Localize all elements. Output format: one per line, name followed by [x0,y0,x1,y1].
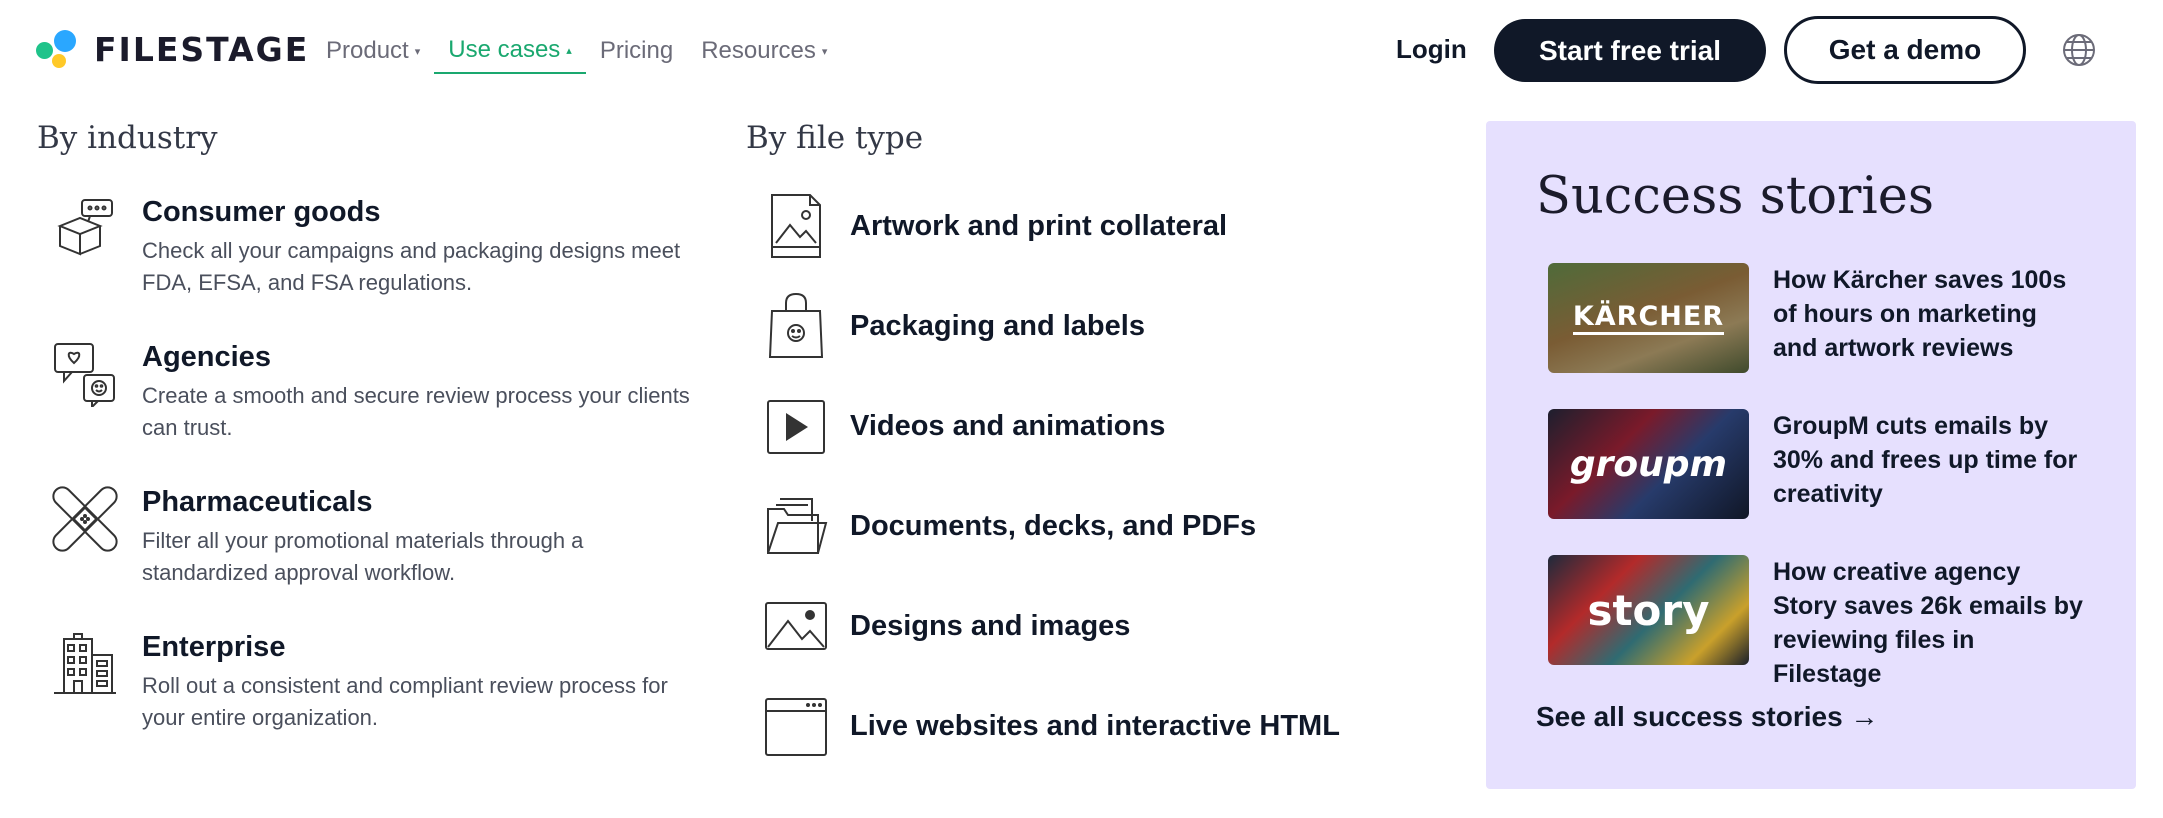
play-icon [767,400,825,454]
image-icon [765,602,827,650]
by-industry-heading: By industry [37,120,218,156]
file-type-videos[interactable]: Videos and animations [764,391,1165,461]
chevron-down-icon: ▾ [414,45,421,58]
story-text: How creative agency Story saves 26k emai… [1773,558,2083,688]
industry-description: Check all your campaigns and packaging d… [142,238,681,295]
industry-item-pharmaceuticals[interactable]: Pharmaceuticals Filter all your promotio… [52,486,692,589]
industry-item-consumer-goods[interactable]: Consumer goods Check all your campaigns … [52,196,692,299]
success-stories-title: Success stories [1536,167,1935,226]
story-card-karcher[interactable]: KÄRCHER How Kärcher saves 100s of hours … [1548,263,2083,373]
file-type-label: Videos and animations [850,409,1166,442]
building-icon [54,633,116,694]
main-nav: Product ▾ Use cases ▴ Pricing Resources … [312,34,841,74]
filestage-logo[interactable]: FILESTAGE [36,28,309,70]
see-all-stories-link[interactable]: See all success stories → [1536,701,1878,733]
login-link[interactable]: Login [1396,34,1467,65]
shopping-bag-icon [768,292,824,358]
industry-title: Enterprise [142,631,286,663]
chevron-down-icon: ▾ [821,45,828,58]
industry-title: Pharmaceuticals [142,486,373,518]
browser-icon [765,698,827,756]
file-type-websites[interactable]: Live websites and interactive HTML [764,691,1340,761]
file-type-label: Documents, decks, and PDFs [850,509,1257,542]
bandage-icon [52,486,118,552]
chat-bubbles-icon [54,343,115,407]
industry-description: Create a smooth and secure review proces… [142,383,690,440]
nav-product[interactable]: Product ▾ [312,34,434,68]
file-type-artwork[interactable]: Artwork and print collateral [764,191,1227,261]
box-icon [57,199,113,256]
story-card-groupm[interactable]: groupm GroupM cuts emails by 30% and fre… [1548,409,2083,519]
industry-item-enterprise[interactable]: Enterprise Roll out a consistent and com… [52,631,692,734]
nav-product-label: Product [326,37,409,64]
file-type-label: Designs and images [850,609,1131,642]
industry-title: Consumer goods [142,196,381,228]
nav-pricing[interactable]: Pricing [586,34,687,68]
nav-resources[interactable]: Resources ▾ [687,34,841,68]
story-thumbnail-logo: story [1587,585,1710,635]
get-a-demo-button[interactable]: Get a demo [1784,16,2026,84]
start-free-trial-button[interactable]: Start free trial [1494,19,1766,82]
story-text: How Kärcher saves 100s of hours on marke… [1773,266,2067,362]
globe-icon[interactable] [2061,32,2097,68]
nav-resources-label: Resources [701,37,816,64]
story-thumbnail: KÄRCHER [1548,263,1749,373]
industry-description: Roll out a consistent and compliant revi… [142,673,668,730]
logo-text: FILESTAGE [94,29,310,69]
story-text: GroupM cuts emails by 30% and frees up t… [1773,412,2078,508]
file-type-label: Artwork and print collateral [850,209,1228,242]
success-stories-panel: Success stories KÄRCHER How Kärcher save… [1486,121,2136,789]
nav-use-cases[interactable]: Use cases ▴ [434,34,586,74]
story-thumbnail-logo: groupm [1569,443,1728,485]
logo-mark-icon [36,28,80,70]
file-type-label: Live websites and interactive HTML [850,709,1340,742]
industry-title: Agencies [142,341,271,373]
story-thumbnail-logo: KÄRCHER [1572,301,1725,335]
file-type-label: Packaging and labels [850,309,1145,342]
nav-pricing-label: Pricing [599,37,674,64]
story-card-story[interactable]: story How creative agency Story saves 26… [1548,555,2083,691]
chevron-up-icon: ▴ [566,44,572,57]
nav-use-cases-label: Use cases [448,36,561,63]
file-type-designs[interactable]: Designs and images [764,591,1130,661]
story-thumbnail: story [1548,555,1749,665]
file-type-packaging[interactable]: Packaging and labels [764,291,1145,361]
artwork-icon [771,194,821,258]
industry-item-agencies[interactable]: Agencies Create a smooth and secure revi… [52,341,692,444]
industry-description: Filter all your promotional materials th… [142,528,584,585]
story-thumbnail: groupm [1548,409,1749,519]
folder-icon [767,498,828,554]
by-file-type-heading: By file type [746,120,924,156]
file-type-documents[interactable]: Documents, decks, and PDFs [764,491,1256,561]
